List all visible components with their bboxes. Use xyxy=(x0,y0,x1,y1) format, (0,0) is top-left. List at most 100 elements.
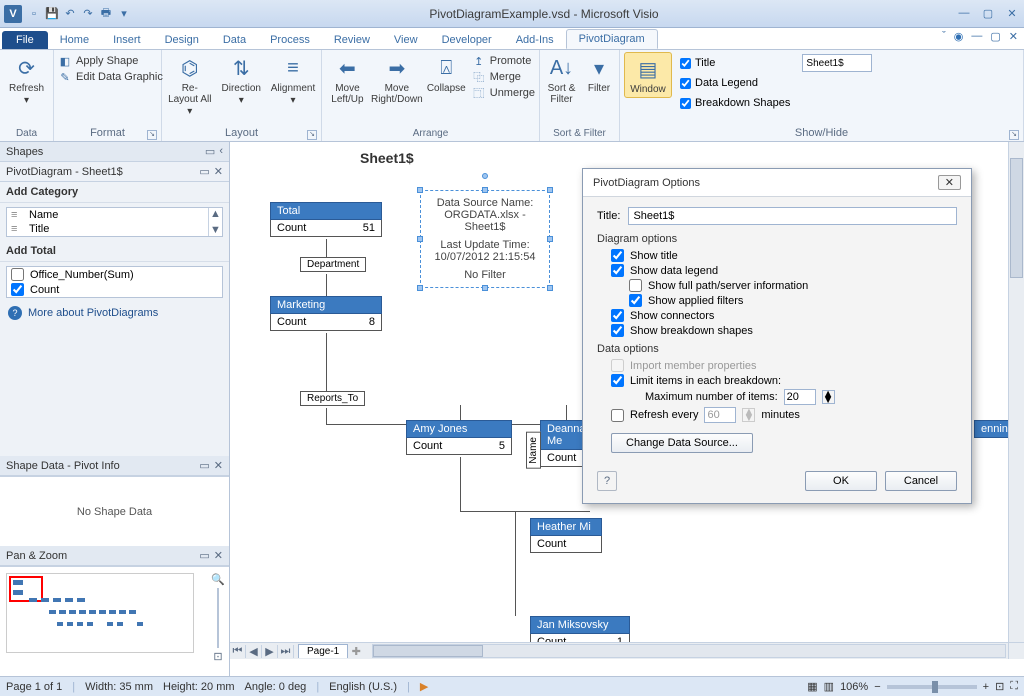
title-input[interactable] xyxy=(628,207,957,225)
nav-next-icon[interactable]: ▶ xyxy=(262,645,278,658)
merge-button[interactable]: ⿻Merge xyxy=(472,70,535,84)
panzoom-thumbnail[interactable] xyxy=(6,573,194,653)
qat-redo-icon[interactable]: ↷ xyxy=(80,6,96,22)
pivot-node-heather[interactable]: Heather Mi Count xyxy=(530,518,602,553)
cancel-button[interactable]: Cancel xyxy=(885,471,957,491)
promote-button[interactable]: ↥Promote xyxy=(472,54,535,68)
qat-print-icon[interactable]: 🖶 xyxy=(98,6,114,22)
unmerge-button[interactable]: ⿹Unmerge xyxy=(472,86,535,100)
ribbon-minimize-icon[interactable]: ˇ xyxy=(942,30,946,43)
shapes-more-icon[interactable]: ‹ xyxy=(219,145,223,158)
pivot-close-icon[interactable]: ✕ xyxy=(214,165,223,178)
dialog-close-button[interactable]: ✕ xyxy=(938,175,961,190)
pivot-dock-icon[interactable]: ▭ xyxy=(199,165,209,178)
help-icon[interactable]: ◉ xyxy=(954,30,964,43)
tab-addins[interactable]: Add-Ins xyxy=(504,31,566,49)
opt-show-breakdown[interactable]: Show breakdown shapes xyxy=(611,324,957,337)
tab-review[interactable]: Review xyxy=(322,31,382,49)
zoom-out-icon[interactable]: − xyxy=(874,681,880,693)
minimize-icon[interactable]: — xyxy=(956,7,972,20)
opt-refresh-every[interactable]: Refresh every ▲▼ minutes xyxy=(611,407,957,423)
pivot-node-total[interactable]: Total Count51 xyxy=(270,202,382,237)
total-list[interactable]: Office_Number(Sum) Count xyxy=(6,266,223,298)
opt-show-connectors[interactable]: Show connectors xyxy=(611,309,957,322)
tab-developer[interactable]: Developer xyxy=(430,31,504,49)
breakdown-department[interactable]: Department xyxy=(300,257,366,272)
data-legend[interactable]: Data Source Name: ORGDATA.xlsx - Sheet1$… xyxy=(420,190,550,288)
category-list[interactable]: ≡Name ≡Title ▲ ▼ xyxy=(6,207,223,237)
layout-launcher-icon[interactable]: ↘ xyxy=(307,130,317,140)
showhide-launcher-icon[interactable]: ↘ xyxy=(1009,130,1019,140)
list-item[interactable]: ≡Title xyxy=(7,222,222,236)
win-min-icon[interactable]: — xyxy=(971,30,982,43)
opt-show-legend[interactable]: Show data legend xyxy=(611,264,957,277)
qat-more-icon[interactable]: ▾ xyxy=(116,6,132,22)
vertical-scrollbar[interactable] xyxy=(1008,142,1024,642)
tab-file[interactable]: File xyxy=(2,31,48,49)
dialog-help-icon[interactable]: ? xyxy=(597,471,617,491)
qat-undo-icon[interactable]: ↶ xyxy=(62,6,78,22)
window-toggle-button[interactable]: ▤Window xyxy=(624,52,672,98)
close-icon[interactable]: ✕ xyxy=(1004,7,1020,20)
name-box[interactable] xyxy=(802,54,872,72)
scroll-up-icon[interactable]: ▲ xyxy=(209,208,222,220)
filter-button[interactable]: ▾Filter xyxy=(583,52,615,96)
alignment-button[interactable]: ≡Alignment▾ xyxy=(269,52,317,108)
pivot-node-amy[interactable]: Amy Jones Count5 xyxy=(406,420,512,455)
show-breakdown-check[interactable]: Breakdown Shapes xyxy=(680,94,790,112)
fullscreen-icon[interactable]: ⛶ xyxy=(1010,680,1018,693)
opt-show-fullpath[interactable]: Show full path/server information xyxy=(629,279,957,292)
status-zoom[interactable]: 106% xyxy=(840,681,868,693)
format-launcher-icon[interactable]: ↘ xyxy=(147,130,157,140)
spinner-icon[interactable]: ▲▼ xyxy=(822,390,835,404)
scroll-down-icon[interactable]: ▼ xyxy=(209,224,222,236)
zoom-in-icon[interactable]: + xyxy=(983,681,989,693)
win-close-icon[interactable]: ✕ xyxy=(1009,30,1018,43)
view-page-icon[interactable]: ▥ xyxy=(824,680,834,693)
list-item[interactable]: ≡Name xyxy=(7,208,222,222)
rotate-handle[interactable] xyxy=(482,173,488,179)
fit-page-icon[interactable]: ⊡ xyxy=(995,680,1004,693)
tab-insert[interactable]: Insert xyxy=(101,31,153,49)
relayout-button[interactable]: ⌬Re-Layout All▾ xyxy=(166,52,214,119)
win-restore-icon[interactable]: ▢ xyxy=(990,30,1000,43)
tab-data[interactable]: Data xyxy=(211,31,258,49)
zoom-in-icon[interactable]: 🔍 xyxy=(211,573,225,586)
breakdown-reportsto[interactable]: Reports_To xyxy=(300,391,365,406)
panzoom-body[interactable]: 🔍 ⊡ xyxy=(0,566,229,676)
shapedata-close-icon[interactable]: ✕ xyxy=(214,459,223,472)
tab-view[interactable]: View xyxy=(382,31,430,49)
list-item[interactable]: Office_Number(Sum) xyxy=(7,267,222,282)
direction-button[interactable]: ⇅Direction▾ xyxy=(218,52,266,108)
new-page-icon[interactable]: ✚ xyxy=(348,645,364,658)
zoom-slider[interactable] xyxy=(887,685,977,689)
zoom-fit-icon[interactable]: ⊡ xyxy=(213,650,222,663)
move-left-button[interactable]: ⬅Move Left/Up xyxy=(326,52,369,107)
opt-show-filters[interactable]: Show applied filters xyxy=(629,294,957,307)
breakdown-name[interactable]: Name xyxy=(526,432,541,469)
maximize-icon[interactable]: ▢ xyxy=(980,7,996,20)
sort-filter-button[interactable]: A↓Sort & Filter xyxy=(544,52,579,107)
nav-prev-icon[interactable]: ◀ xyxy=(246,645,262,658)
list-item[interactable]: Count xyxy=(7,282,222,297)
show-title-check[interactable]: Title xyxy=(680,54,790,72)
view-normal-icon[interactable]: ▦ xyxy=(807,680,817,693)
qat-new-icon[interactable]: ▫ xyxy=(26,6,42,22)
horizontal-scrollbar[interactable] xyxy=(372,644,1006,658)
nav-last-icon[interactable]: ⏭ xyxy=(278,645,294,658)
apply-shape-button[interactable]: ◧Apply Shape xyxy=(58,54,163,68)
tab-process[interactable]: Process xyxy=(258,31,322,49)
pivot-node-marketing[interactable]: Marketing Count8 xyxy=(270,296,382,331)
page-tab[interactable]: Page-1 xyxy=(298,644,348,658)
opt-limit-items[interactable]: Limit items in each breakdown: xyxy=(611,374,957,387)
panzoom-dock-icon[interactable]: ▭ xyxy=(199,549,209,562)
ok-button[interactable]: OK xyxy=(805,471,877,491)
move-right-button[interactable]: ➡Move Right/Down xyxy=(373,52,421,107)
change-data-source-button[interactable]: Change Data Source... xyxy=(611,433,753,453)
qat-save-icon[interactable]: 💾 xyxy=(44,6,60,22)
nav-first-icon[interactable]: ⏮ xyxy=(230,645,246,658)
more-about-link[interactable]: ?More about PivotDiagrams xyxy=(0,302,229,324)
edit-data-graphic-button[interactable]: ✎Edit Data Graphic xyxy=(58,70,163,84)
tab-pivotdiagram[interactable]: PivotDiagram xyxy=(566,29,658,49)
tab-home[interactable]: Home xyxy=(48,31,101,49)
